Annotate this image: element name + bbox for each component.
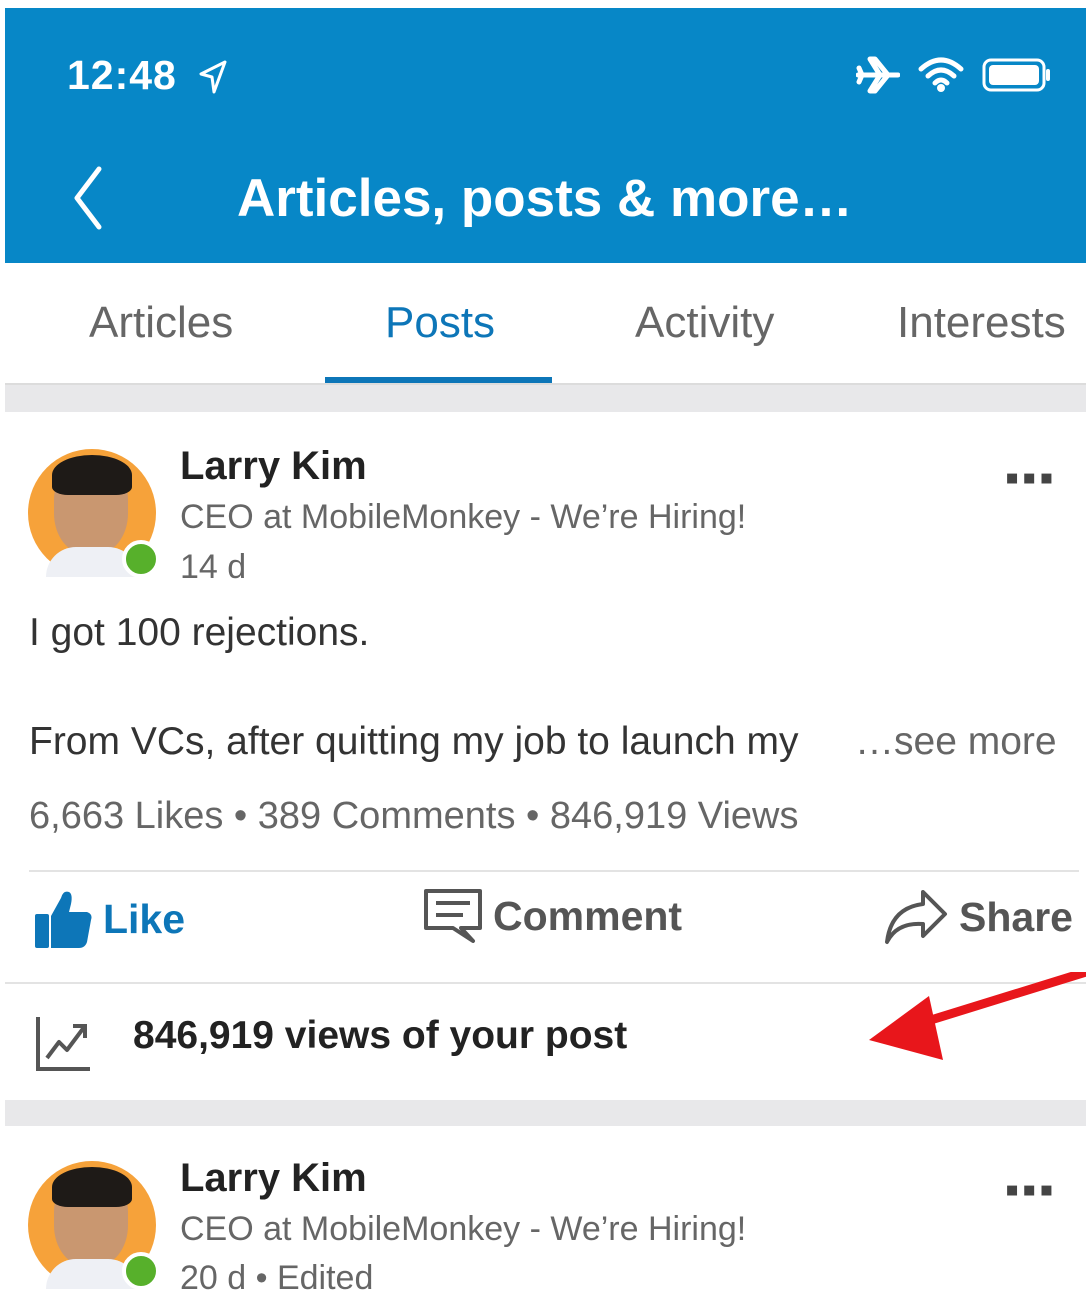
- post-text-line: I got 100 rejections.: [29, 611, 370, 654]
- post-time: 14 d: [180, 548, 247, 586]
- author-avatar[interactable]: [28, 1161, 160, 1290]
- active-tab-indicator: [325, 377, 552, 383]
- app-screen: 12:48 Articles, posts & more… Articles P…: [5, 8, 1086, 1293]
- share-arrow-icon: [885, 890, 947, 944]
- comment-label: Comment: [493, 892, 683, 939]
- comment-icon: [424, 889, 482, 943]
- online-status-icon: [122, 1252, 160, 1290]
- like-label: Like: [103, 895, 186, 942]
- share-button[interactable]: Share: [883, 888, 1073, 946]
- battery-icon: [982, 58, 1050, 92]
- airplane-icon: [856, 56, 900, 94]
- location-arrow-icon: [199, 60, 227, 94]
- tab-articles[interactable]: Articles: [89, 298, 233, 348]
- annotation-arrow-icon: [869, 972, 1086, 1060]
- author-name[interactable]: Larry Kim: [180, 444, 367, 489]
- back-chevron-icon[interactable]: [65, 163, 115, 233]
- post-stats[interactable]: 6,663 Likes • 389 Comments • 846,919 Vie…: [29, 795, 798, 838]
- comment-button[interactable]: Comment: [423, 888, 682, 944]
- post-time: 20 d • Edited: [180, 1259, 374, 1293]
- online-status-icon: [122, 540, 160, 578]
- page-title: Articles, posts & more…: [237, 169, 853, 228]
- avatar-hair: [52, 1167, 132, 1207]
- status-icons: [856, 56, 1052, 94]
- tab-interests[interactable]: Interests: [897, 298, 1066, 348]
- share-label: Share: [959, 893, 1073, 940]
- app-header: 12:48 Articles, posts & more…: [5, 8, 1086, 263]
- post-analytics-row[interactable]: 846,919 views of your post: [5, 972, 1086, 1100]
- more-options-icon[interactable]: ▪▪▪: [1005, 456, 1057, 501]
- divider: [29, 870, 1079, 872]
- author-headline: CEO at MobileMonkey - We’re Hiring!: [180, 1210, 747, 1248]
- post-text-line: From VCs, after quitting my job to launc…: [29, 720, 799, 763]
- tab-bar: Articles Posts Activity Interests: [5, 263, 1086, 385]
- section-separator: [5, 385, 1086, 412]
- section-separator: [5, 1100, 1086, 1126]
- views-summary: 846,919 views of your post: [133, 1014, 628, 1057]
- tab-posts[interactable]: Posts: [385, 298, 495, 348]
- like-button[interactable]: Like: [33, 888, 185, 950]
- author-avatar[interactable]: [28, 449, 160, 578]
- avatar-hair: [52, 455, 132, 495]
- see-more-link[interactable]: …see more: [855, 720, 1057, 764]
- analytics-chart-icon: [36, 1017, 90, 1071]
- tab-activity[interactable]: Activity: [635, 298, 774, 348]
- more-options-icon[interactable]: ▪▪▪: [1005, 1168, 1057, 1213]
- wifi-icon: [918, 57, 964, 92]
- author-name[interactable]: Larry Kim: [180, 1156, 367, 1201]
- author-headline: CEO at MobileMonkey - We’re Hiring!: [180, 498, 747, 536]
- status-time: 12:48: [67, 52, 177, 98]
- thumbs-up-icon: [35, 891, 92, 948]
